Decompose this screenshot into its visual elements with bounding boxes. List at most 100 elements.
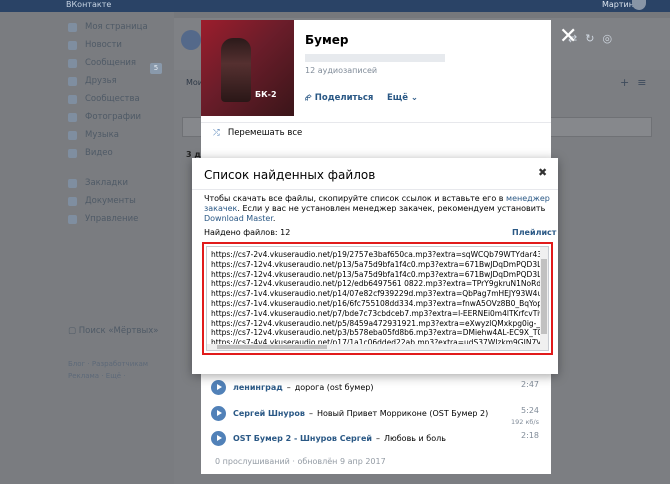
repeat-icon[interactable]: ↻: [585, 32, 602, 45]
sidebar-item-label: Документы: [85, 196, 136, 206]
sidebar-item-photos[interactable]: Фотографии: [68, 108, 168, 126]
music-icon: [68, 130, 77, 140]
links-list[interactable]: https://cs7-2v4.vkuseraudio.net/p19/2757…: [211, 250, 541, 350]
track-duration: 2:18: [521, 431, 539, 440]
track-artist[interactable]: ленинград: [233, 383, 283, 392]
track-artist[interactable]: OST Бумер 2 - Шнуров Сергей: [233, 434, 372, 443]
cover-figure: [221, 38, 251, 102]
sidebar-item-music[interactable]: Музыка: [68, 126, 168, 144]
link-line[interactable]: https://cs7-1v4.vkuseraudio.net/p16/6fc7…: [211, 299, 541, 309]
desc-text: Чтобы скачать все файлы, скопируйте спис…: [204, 194, 507, 203]
link-line[interactable]: https://cs7-12v4.vkuseraudio.net/p3/b578…: [211, 328, 541, 338]
link-line[interactable]: https://cs7-2v4.vkuseraudio.net/p19/2757…: [211, 250, 541, 260]
album-footer: 0 прослушиваний · обновлён 9 апр 2017: [215, 457, 386, 466]
background-actions: +≡: [620, 76, 654, 89]
sidebar-item-label: Закладки: [85, 178, 128, 188]
sidebar-item-bookmarks[interactable]: Закладки: [68, 174, 168, 192]
search-icon: ▢: [68, 326, 79, 336]
track-duration: 2:47: [521, 380, 539, 389]
sidebar-item-friends[interactable]: Друзья: [68, 72, 168, 90]
sidebar-item-label: Друзья: [85, 76, 117, 86]
sidebar-item-label: Новости: [85, 40, 122, 50]
play-icon[interactable]: [211, 405, 226, 421]
message-icon: [68, 58, 77, 68]
share-button[interactable]: ⮳ Поделиться: [305, 93, 373, 103]
sidebar-item-my-page[interactable]: Моя страница: [68, 18, 168, 36]
sidebar-item-groups[interactable]: Сообщества: [68, 90, 168, 108]
playlist-link[interactable]: Плейлист: [512, 228, 556, 237]
links-textarea[interactable]: https://cs7-2v4.vkuseraudio.net/p19/2757…: [206, 246, 549, 351]
sidebar-item-news[interactable]: Новости: [68, 36, 168, 54]
album-title: Бумер: [305, 33, 349, 47]
sidebar: Моя страница Новости Сообщения Друзья Со…: [68, 18, 168, 228]
close-icon[interactable]: ✖: [538, 166, 547, 179]
close-icon[interactable]: ✕: [559, 26, 577, 48]
footer-links-2[interactable]: Реклама · Ещё ·: [68, 370, 178, 382]
track-name[interactable]: Новый Привет Морриконе (OST Бумер 2): [317, 409, 488, 418]
user-name[interactable]: Мартин: [602, 0, 634, 9]
more-label: Ещё: [387, 93, 408, 103]
sidebar-item-video[interactable]: Видео: [68, 144, 168, 162]
scrollbar-thumb[interactable]: [217, 345, 327, 349]
chevron-down-icon: ⌄: [407, 93, 419, 103]
link-line[interactable]: https://cs7-12v4.vkuseraudio.net/p13/5a7…: [211, 270, 541, 280]
groups-icon: [68, 94, 77, 104]
star-icon: [68, 178, 77, 188]
album-description-placeholder: [305, 54, 445, 62]
vertical-scrollbar[interactable]: [540, 247, 548, 350]
link-line[interactable]: https://cs7-12v4.vkuseraudio.net/p12/edb…: [211, 279, 541, 289]
link-line[interactable]: https://cs7-1v4.vkuseraudio.net/p7/bde7c…: [211, 309, 541, 319]
track-separator: –: [375, 433, 380, 443]
shuffle-label: Перемешать все: [227, 128, 303, 138]
divider: [192, 189, 558, 190]
download-master-link[interactable]: Download Master: [204, 214, 273, 223]
sidebar-item-documents[interactable]: Документы: [68, 192, 168, 210]
sidebar-item-label: Моя страница: [85, 22, 148, 32]
links-highlight: https://cs7-2v4.vkuseraudio.net/p19/2757…: [202, 242, 553, 355]
link-line[interactable]: https://cs7-12v4.vkuseraudio.net/p13/5a7…: [211, 260, 541, 270]
list-icon[interactable]: ≡: [637, 76, 654, 89]
footer-links-1[interactable]: Блог · Разработчикам: [68, 358, 178, 370]
track-duration: 5:24: [521, 406, 539, 415]
horizontal-scrollbar[interactable]: [207, 344, 542, 350]
more-button[interactable]: Ещё ⌄: [387, 93, 418, 103]
sidebar-item-label: Видео: [85, 148, 113, 158]
shuffle-all-button[interactable]: ⤮ Перемешать все: [213, 128, 302, 138]
found-count: Найдено файлов: 12: [204, 228, 291, 237]
scrollbar-thumb[interactable]: [541, 259, 547, 334]
link-line[interactable]: https://cs7-1v4.vkuseraudio.net/p14/07e8…: [211, 289, 541, 299]
album-count: 12 аудиозаписей: [305, 66, 378, 75]
video-icon: [68, 148, 77, 158]
divider: [201, 122, 551, 123]
avatar[interactable]: [632, 0, 646, 10]
track-name[interactable]: Любовь и боль: [384, 434, 446, 443]
found-files-dialog: Список найденных файлов ✖ Чтобы скачать …: [192, 158, 558, 374]
friends-icon: [68, 76, 77, 86]
broadcast-icon[interactable]: ◎: [602, 32, 620, 45]
sidebar-item-label: Сообщения: [85, 58, 137, 68]
document-icon: [68, 196, 77, 206]
track-artist[interactable]: Сергей Шнуров: [233, 409, 305, 418]
track-row[interactable]: Сергей Шнуров – Новый Привет Морриконе (OS…: [211, 403, 541, 426]
play-icon[interactable]: [211, 430, 226, 446]
sidebar-search-link[interactable]: ▢ Поиск «Мёртвых»: [68, 326, 158, 336]
track-name[interactable]: дорога (ost бумер): [295, 383, 374, 392]
link-line[interactable]: https://cs7-12v4.vkuseraudio.net/p5/8459…: [211, 319, 541, 329]
messages-badge: 5: [150, 63, 162, 74]
dialog-description: Чтобы скачать все файлы, скопируйте спис…: [204, 194, 552, 224]
track-separator: –: [286, 382, 291, 392]
brand-logo[interactable]: ВКонтакте: [66, 0, 111, 9]
shuffle-icon: ⤮: [213, 128, 220, 138]
track-separator: –: [308, 408, 313, 418]
add-icon[interactable]: +: [620, 76, 637, 89]
cover-tag: БК-2: [255, 90, 277, 99]
play-icon[interactable]: [211, 379, 226, 395]
background-play-button[interactable]: [181, 30, 201, 50]
sidebar-item-label: Музыка: [85, 130, 119, 140]
top-bar: ВКонтакте Мартин: [0, 0, 670, 12]
share-icon: ⮳: [305, 93, 315, 103]
sidebar-item-manage[interactable]: Управление: [68, 210, 168, 228]
track-row[interactable]: OST Бумер 2 - Шнуров Сергей – Любовь и бол…: [211, 428, 541, 448]
track-row[interactable]: ленинград – дорога (ost бумер) 2:47: [211, 377, 541, 397]
sidebar-search-label: Поиск «Мёртвых»: [78, 326, 159, 336]
